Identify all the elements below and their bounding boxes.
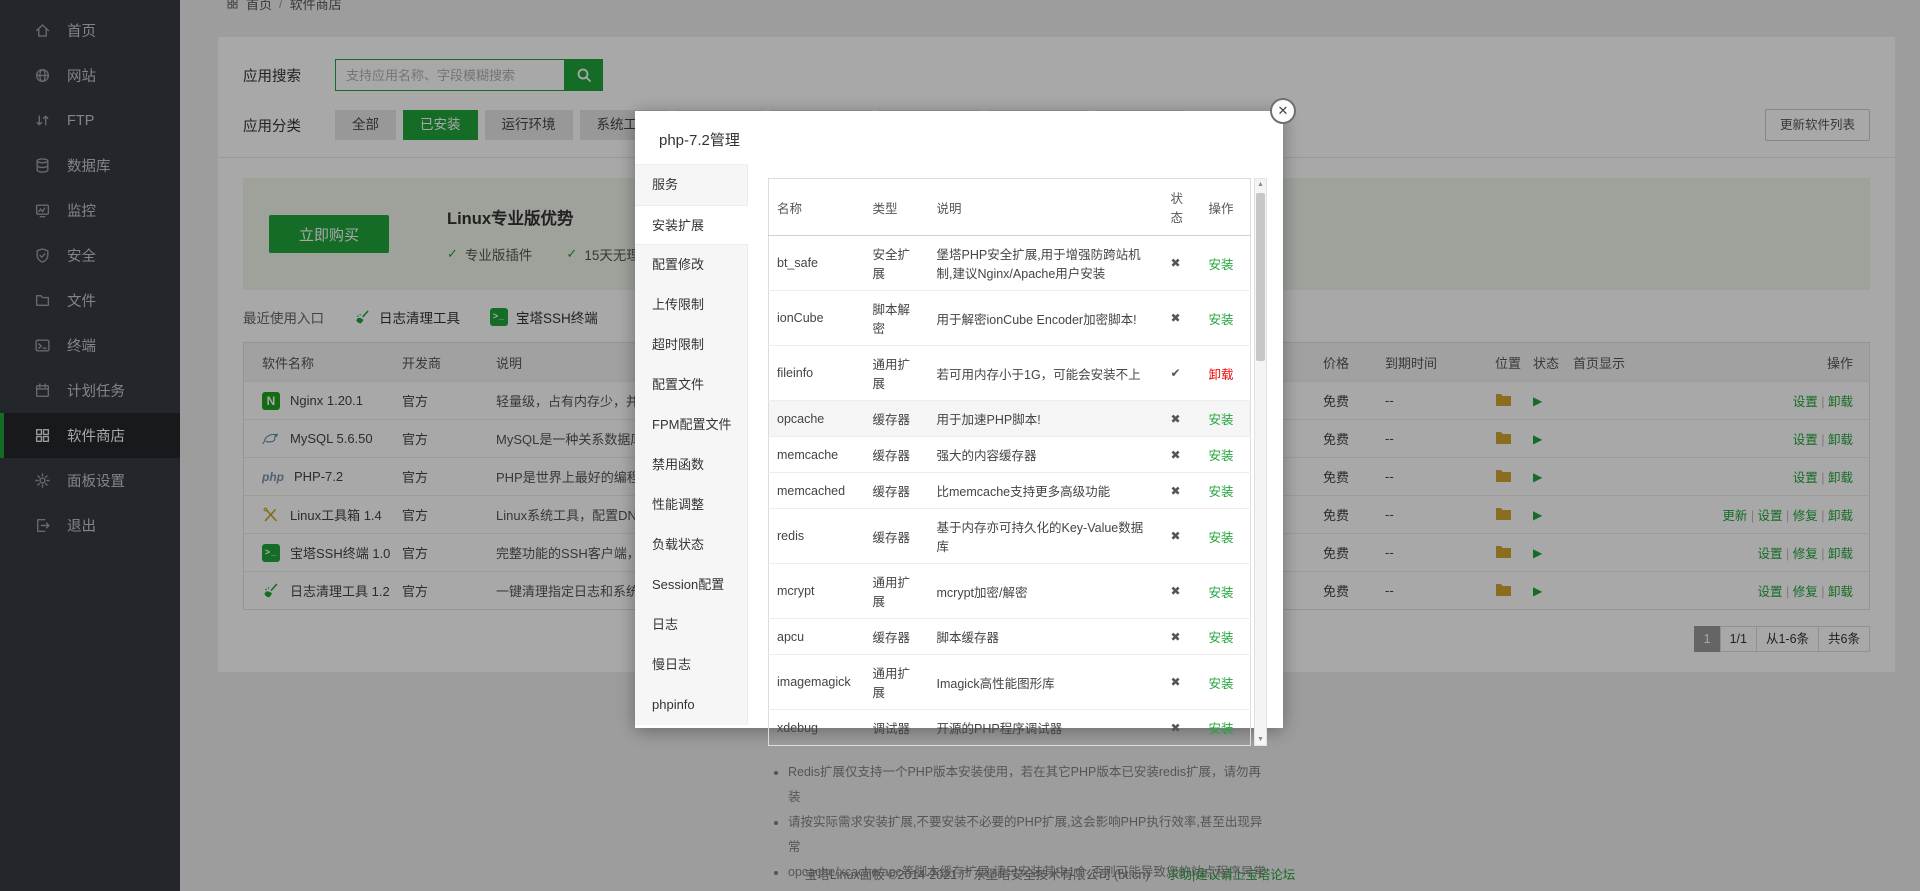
- scrollbar[interactable]: ▲ ▼: [1254, 178, 1267, 746]
- ext-row-ioncube: ionCube脚本解密 用于解密ionCube Encoder加密脚本! ✖ 安…: [769, 291, 1251, 346]
- php-manage-modal: ✕ php-7.2管理 服务 安装扩展 配置修改 上传限制 超时限制 配置文件 …: [635, 111, 1283, 728]
- tab-fpm-config[interactable]: FPM配置文件: [635, 405, 747, 445]
- tab-phpinfo[interactable]: phpinfo: [635, 685, 747, 725]
- close-icon[interactable]: ✕: [1270, 98, 1296, 124]
- extensions-header: 名称类型 说明状态 操作: [769, 179, 1251, 236]
- install-link[interactable]: 安装: [1209, 586, 1234, 600]
- tab-session-config[interactable]: Session配置: [635, 565, 747, 605]
- modal-tabs: 服务 安装扩展 配置修改 上传限制 超时限制 配置文件 FPM配置文件 禁用函数…: [635, 164, 748, 725]
- extension-notes: Redis扩展仅支持一个PHP版本安装使用，若在其它PHP版本已安装redis扩…: [768, 760, 1267, 885]
- not-installed-icon: ✖: [1163, 655, 1201, 710]
- note: 请按实际需求安装扩展,不要安装不必要的PHP扩展,这会影响PHP执行效率,甚至出…: [788, 810, 1267, 860]
- modal-title: php-7.2管理: [635, 111, 1283, 164]
- install-link[interactable]: 安装: [1209, 677, 1234, 691]
- note: opcache/xcache/apc等脚本缓存扩展,请只安装其中1个,否则可能导…: [788, 860, 1267, 885]
- tab-slow-log[interactable]: 慢日志: [635, 645, 747, 685]
- installed-icon: ✔: [1163, 346, 1201, 401]
- ext-row-memcache: memcache缓存器 强大的内容缓存器 ✖ 安装: [769, 437, 1251, 473]
- not-installed-icon: ✖: [1163, 509, 1201, 564]
- tab-timeout-limit[interactable]: 超时限制: [635, 325, 747, 365]
- tab-load-status[interactable]: 负载状态: [635, 525, 747, 565]
- scrollbar-thumb[interactable]: [1256, 193, 1265, 361]
- install-link[interactable]: 安装: [1209, 449, 1234, 463]
- not-installed-icon: ✖: [1163, 619, 1201, 655]
- ext-row-redis: redis缓存器 基于内存亦可持久化的Key-Value数据库 ✖ 安装: [769, 509, 1251, 564]
- extensions-table: 名称类型 说明状态 操作 bt_safe安全扩展 堡塔PHP安全扩展,用于增强防…: [768, 178, 1251, 746]
- ext-row-fileinfo: fileinfo通用扩展 若可用内存小于1G，可能会安装不上 ✔ 卸载: [769, 346, 1251, 401]
- note: Redis扩展仅支持一个PHP版本安装使用，若在其它PHP版本已安装redis扩…: [788, 760, 1267, 810]
- tab-log[interactable]: 日志: [635, 605, 747, 645]
- tab-service[interactable]: 服务: [635, 165, 747, 205]
- not-installed-icon: ✖: [1163, 236, 1201, 291]
- not-installed-icon: ✖: [1163, 401, 1201, 437]
- ext-row-memcached: memcached缓存器 比memcache支持更多高级功能 ✖ 安装: [769, 473, 1251, 509]
- scroll-up-icon[interactable]: ▲: [1255, 181, 1266, 188]
- install-link[interactable]: 安装: [1209, 485, 1234, 499]
- tab-install-extensions[interactable]: 安装扩展: [635, 205, 748, 245]
- tab-config-file[interactable]: 配置文件: [635, 365, 747, 405]
- not-installed-icon: ✖: [1163, 437, 1201, 473]
- install-link[interactable]: 安装: [1209, 313, 1234, 327]
- not-installed-icon: ✖: [1163, 564, 1201, 619]
- ext-row-apcu: apcu缓存器 脚本缓存器 ✖ 安装: [769, 619, 1251, 655]
- install-link[interactable]: 安装: [1209, 631, 1234, 645]
- install-link[interactable]: 安装: [1209, 413, 1234, 427]
- scroll-down-icon[interactable]: ▼: [1255, 736, 1266, 743]
- uninstall-link[interactable]: 卸载: [1209, 368, 1234, 382]
- install-link[interactable]: 安装: [1209, 722, 1234, 736]
- install-link[interactable]: 安装: [1209, 531, 1234, 545]
- not-installed-icon: ✖: [1163, 473, 1201, 509]
- ext-row-bt_safe: bt_safe安全扩展 堡塔PHP安全扩展,用于增强防跨站机制,建议Nginx/…: [769, 236, 1251, 291]
- ext-row-opcache: opcache缓存器 用于加速PHP脚本! ✖ 安装: [769, 401, 1251, 437]
- ext-row-mcrypt: mcrypt通用扩展 mcrypt加密/解密 ✖ 安装: [769, 564, 1251, 619]
- modal-content: 名称类型 说明状态 操作 bt_safe安全扩展 堡塔PHP安全扩展,用于增强防…: [748, 164, 1283, 725]
- ext-row-xdebug: xdebug调试器 开源的PHP程序调试器 ✖ 安装: [769, 710, 1251, 746]
- tab-config-modify[interactable]: 配置修改: [635, 245, 747, 285]
- tab-disabled-functions[interactable]: 禁用函数: [635, 445, 747, 485]
- tab-performance[interactable]: 性能调整: [635, 485, 747, 525]
- not-installed-icon: ✖: [1163, 291, 1201, 346]
- install-link[interactable]: 安装: [1209, 258, 1234, 272]
- tab-upload-limit[interactable]: 上传限制: [635, 285, 747, 325]
- ext-row-imagemagick: imagemagick通用扩展 Imagick高性能图形库 ✖ 安装: [769, 655, 1251, 710]
- not-installed-icon: ✖: [1163, 710, 1201, 746]
